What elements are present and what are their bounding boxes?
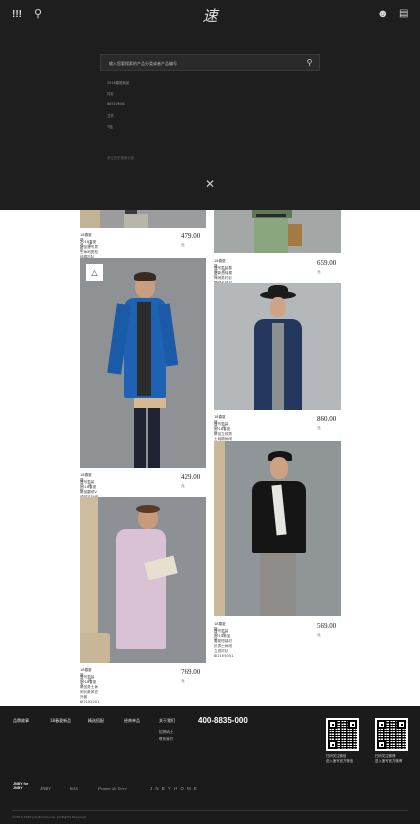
top-header: !!! ⚲ 速写 ☻ ▤ (0, 0, 420, 51)
brand-pomme-de-terre[interactable]: Pomme de Terre (98, 786, 127, 791)
search-input[interactable] (107, 57, 297, 69)
footer-divider (12, 810, 408, 811)
footer-nav-styling[interactable]: 精选搭配 (88, 718, 104, 724)
footer-nav-classics[interactable]: 经典单品 (124, 718, 140, 724)
footer-nav-brand-story[interactable]: 品牌故事 (13, 718, 29, 724)
copyright-text: ©2013-2018 jnbybrand.com, All Rights Res… (12, 815, 86, 819)
clear-history-link[interactable]: 清空历史搜索记录 (107, 155, 134, 160)
wechat-qr-code (326, 718, 359, 751)
brand-jnby-for-jnby[interactable]: JNBY for JNBY (13, 782, 29, 790)
brand-less[interactable]: less (70, 786, 78, 791)
cart-icon[interactable]: ▤ (399, 9, 408, 19)
product-image[interactable] (80, 210, 206, 228)
product-price: 479.00 元 (181, 232, 201, 247)
product-price: 860.00 元 (317, 415, 337, 430)
suggestion-item[interactable]: 2018春夏新品 (107, 80, 129, 85)
suggestion-item[interactable]: 86510M4C (107, 102, 125, 106)
site-footer: 品牌故事 18春夏新品 精选搭配 经典单品 关于我们 招贤纳士 联系我们 400… (0, 706, 420, 824)
product-image[interactable] (214, 441, 341, 616)
product-price: 569.00 元 (317, 622, 337, 637)
suggestion-item[interactable]: 衬衫 (107, 91, 114, 96)
product-image[interactable] (80, 497, 206, 663)
footer-link-careers[interactable]: 招贤纳士 (159, 730, 173, 735)
product-image[interactable] (214, 283, 341, 410)
brand-jnby[interactable]: JNBY (40, 786, 51, 791)
brand-logo[interactable]: 速写 (197, 3, 223, 51)
wechat-qr-caption: 扫码关注微信 进入速写官方微信 (326, 754, 354, 763)
footer-nav-new-arrivals[interactable]: 18春夏新品 (50, 718, 71, 724)
footer-nav-about[interactable]: 关于我们 (159, 718, 175, 724)
hotline-number: 400-8835-000 (198, 716, 248, 725)
close-icon[interactable]: ✕ (204, 178, 216, 190)
footer-link-contact[interactable]: 联系我们 (159, 737, 173, 742)
weibo-qr-code (375, 718, 408, 751)
product-image[interactable] (214, 210, 341, 253)
weibo-qr-caption: 扫码关注微博 进入速写官方微博 (375, 754, 403, 763)
product-name[interactable]: 速写男装2018新品春夏短袖衬衫男士休闲立领衬衫8I2105051 (214, 629, 233, 658)
product-image[interactable] (80, 258, 206, 468)
search-icon[interactable]: ⚲ (34, 9, 42, 20)
search-submit-icon[interactable]: ⚲ (304, 57, 315, 68)
suggestion-item[interactable]: T恤 (107, 124, 112, 129)
menu-icon[interactable]: !!! (12, 10, 22, 20)
search-box: ⚲ (100, 54, 320, 71)
suggestion-item[interactable]: 卫衣 (107, 113, 114, 118)
product-price: 429.00 元 (181, 473, 201, 488)
brand-jnby-home[interactable]: J N B Y H O M E (150, 786, 198, 791)
product-name[interactable]: 速写男装2018春夏新品男士休闲长款风衣外套8I2102201 (80, 675, 99, 704)
product-price: 769.00 元 (181, 668, 201, 683)
search-overlay: ⚲ 2018春夏新品 衬衫 86510M4C 卫衣 T恤 清空历史搜索记录 ✕ (0, 30, 420, 210)
hanger-icon[interactable]: △ (86, 264, 103, 281)
user-icon[interactable]: ☻ (377, 9, 389, 20)
product-price: 659.00 元 (317, 259, 337, 274)
